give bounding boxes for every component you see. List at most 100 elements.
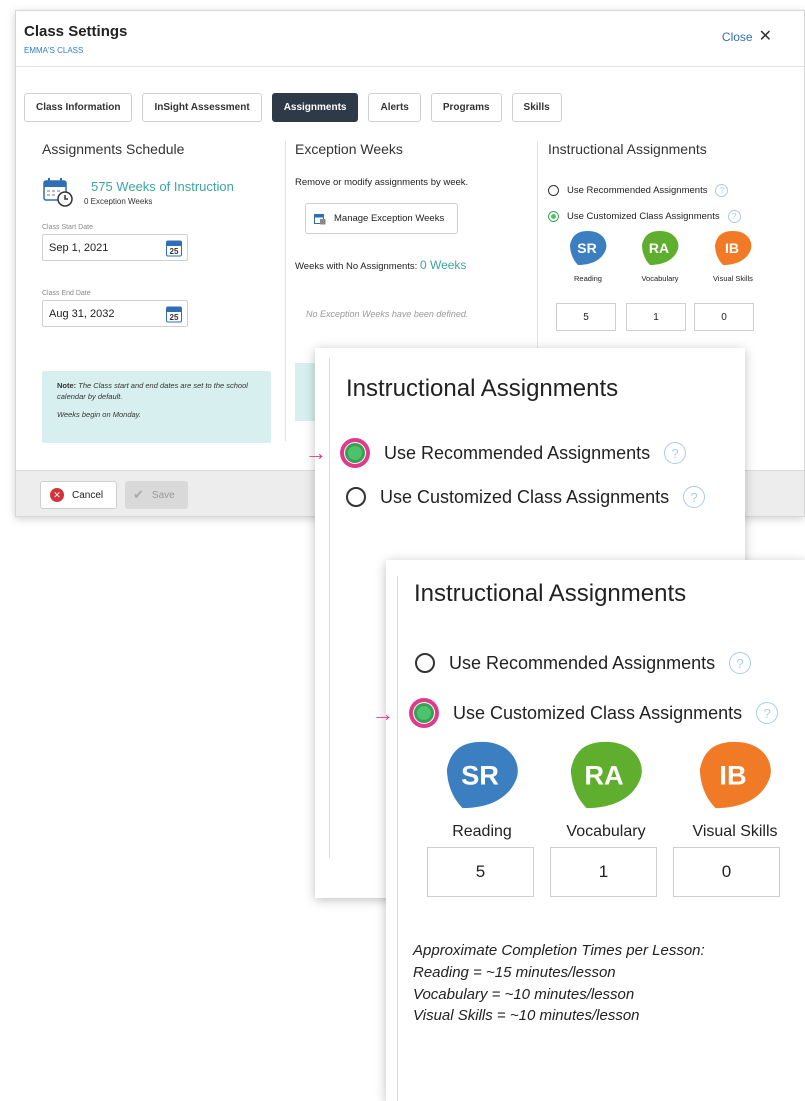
help-icon[interactable]: ? [729,652,752,674]
reading-label: Reading [574,274,602,283]
highlight-arrow-icon: → [372,701,394,726]
calendar-edit-icon [314,213,326,224]
tab-insight-assessment[interactable]: InSight Assessment [142,93,262,122]
calendar-icon[interactable]: 25 [166,239,182,257]
close-button[interactable]: Close ✕ [722,29,772,45]
start-date-label: Class Start Date [42,224,93,231]
approx-completion-times: Approximate Completion Times per Lesson:… [413,940,705,1027]
course-reading: SR Reading [442,738,522,841]
approx-title: Approximate Completion Times per Lesson: [413,942,705,959]
visual-skills-count-input[interactable]: 0 [694,303,754,331]
assignments-schedule-section: Assignments Schedule 575 Weeks of Instru… [42,141,282,461]
end-date-value: Aug 31, 2032 [49,308,115,320]
start-date-field[interactable]: Sep 1, 2021 25 [42,234,188,261]
reading-count-input[interactable]: 5 [556,303,616,331]
column-divider [285,141,286,441]
vocabulary-logo-icon: RA [642,231,679,265]
tab-skills[interactable]: Skills [511,93,562,122]
radio-recommended[interactable] [340,438,370,468]
reading-logo-icon: SR [570,231,607,265]
page-title: Class Settings [24,23,128,40]
radio-customized[interactable] [346,487,366,507]
schedule-note: Note: The Class start and end dates are … [42,371,271,443]
approx-vocabulary: Vocabulary = ~10 minutes/lesson [413,985,635,1003]
vocabulary-count-input[interactable]: 1 [550,847,657,897]
help-icon[interactable]: ? [715,184,729,197]
instructional-title: Instructional Assignments [548,141,707,157]
zoom-option-recommended[interactable]: Use Recommended Assignments ? [340,438,687,468]
zoom-instructional-title: Instructional Assignments [346,375,619,402]
no-assign-value: 0 Weeks [419,258,467,272]
save-label: Save [151,489,175,501]
instructional-assignments-section: Instructional Assignments Use Recommende… [548,141,798,381]
schedule-title: Assignments Schedule [42,141,185,157]
save-button[interactable]: ✔ Save [125,481,188,509]
zoom-option-recommended-label: Use Recommended Assignments [449,652,716,673]
close-label: Close [721,30,753,44]
note-text: The Class start and end dates are set to… [57,381,248,401]
help-icon[interactable]: ? [664,442,687,464]
no-assign-label: Weeks with No Assignments: [295,261,418,272]
tab-alerts[interactable]: Alerts [368,93,421,122]
help-icon[interactable]: ? [683,486,706,508]
visual-skills-count-input[interactable]: 0 [673,847,780,897]
option-customized[interactable]: Use Customized Class Assignments ? [548,210,741,223]
help-icon[interactable]: ? [727,210,741,223]
zoom-option-customized[interactable]: Use Customized Class Assignments ? [346,486,706,508]
panel-divider [329,358,330,858]
visual-skills-label: Visual Skills [692,823,778,840]
help-icon[interactable]: ? [756,702,779,724]
zoom-option-customized-label: Use Customized Class Assignments [380,486,670,507]
zoom-option-customized[interactable]: Use Customized Class Assignments ? [409,698,779,728]
close-icon: ✕ [758,28,772,45]
manage-button-label: Manage Exception Weeks [334,213,445,224]
svg-text:RA: RA [584,760,623,791]
svg-text:IB: IB [725,240,739,256]
option-recommended-label: Use Recommended Assignments [567,185,708,196]
option-recommended[interactable]: Use Recommended Assignments ? [548,184,729,197]
class-name: EMMA'S CLASS [24,46,84,55]
course-reading: SR Reading [566,229,610,283]
radio-recommended[interactable] [548,185,559,196]
radio-customized[interactable] [548,211,559,222]
visual-skills-logo-icon: IB [699,741,771,809]
checkmark-icon: ✔ [133,487,144,502]
zoom-option-recommended-label: Use Recommended Assignments [384,442,651,463]
manage-exception-weeks-button[interactable]: Manage Exception Weeks [305,203,458,234]
calendar-clock-icon [43,178,73,207]
end-date-label: Class End Date [42,290,91,297]
vocabulary-label: Vocabulary [641,274,679,283]
tab-assignments[interactable]: Assignments [271,93,359,122]
visual-skills-label: Visual Skills [713,274,753,283]
exception-title: Exception Weeks [295,141,403,157]
tab-programs[interactable]: Programs [430,93,502,122]
zoom-option-recommended[interactable]: Use Recommended Assignments ? [415,652,752,674]
exception-description: Remove or modify assignments by week. [295,177,469,188]
radio-customized[interactable] [409,698,439,728]
vocabulary-count-input[interactable]: 1 [626,303,686,331]
approx-reading: Reading = ~15 minutes/lesson [413,963,616,981]
tab-class-information[interactable]: Class Information [24,93,133,122]
svg-text:SR: SR [461,760,499,791]
radio-recommended[interactable] [415,653,435,673]
option-customized-label: Use Customized Class Assignments [567,211,720,222]
cancel-label: Cancel [72,489,104,501]
weeks-of-instruction: 575 Weeks of Instruction [91,179,234,194]
course-visual-skills: IB Visual Skills [680,738,790,841]
reading-count-input[interactable]: 5 [427,847,534,897]
reading-logo-icon: SR [446,741,518,809]
tab-bar: Class Information InSight Assessment Ass… [24,93,562,122]
reading-label: Reading [452,823,512,840]
panel-divider [397,576,398,1101]
end-date-field[interactable]: Aug 31, 2032 25 [42,300,188,327]
vocabulary-logo-icon: RA [570,741,642,809]
empty-exceptions-text: No Exception Weeks have been defined. [306,309,469,319]
note-bold: Note: [57,381,77,390]
visual-skills-logo-icon: IB [715,231,752,265]
svg-text:25: 25 [170,247,179,256]
course-visual-skills: IB Visual Skills [706,229,760,283]
cancel-button[interactable]: ✕ Cancel [40,481,117,509]
svg-text:SR: SR [577,240,596,256]
course-vocabulary: RA Vocabulary [638,229,682,283]
calendar-icon[interactable]: 25 [166,305,182,323]
